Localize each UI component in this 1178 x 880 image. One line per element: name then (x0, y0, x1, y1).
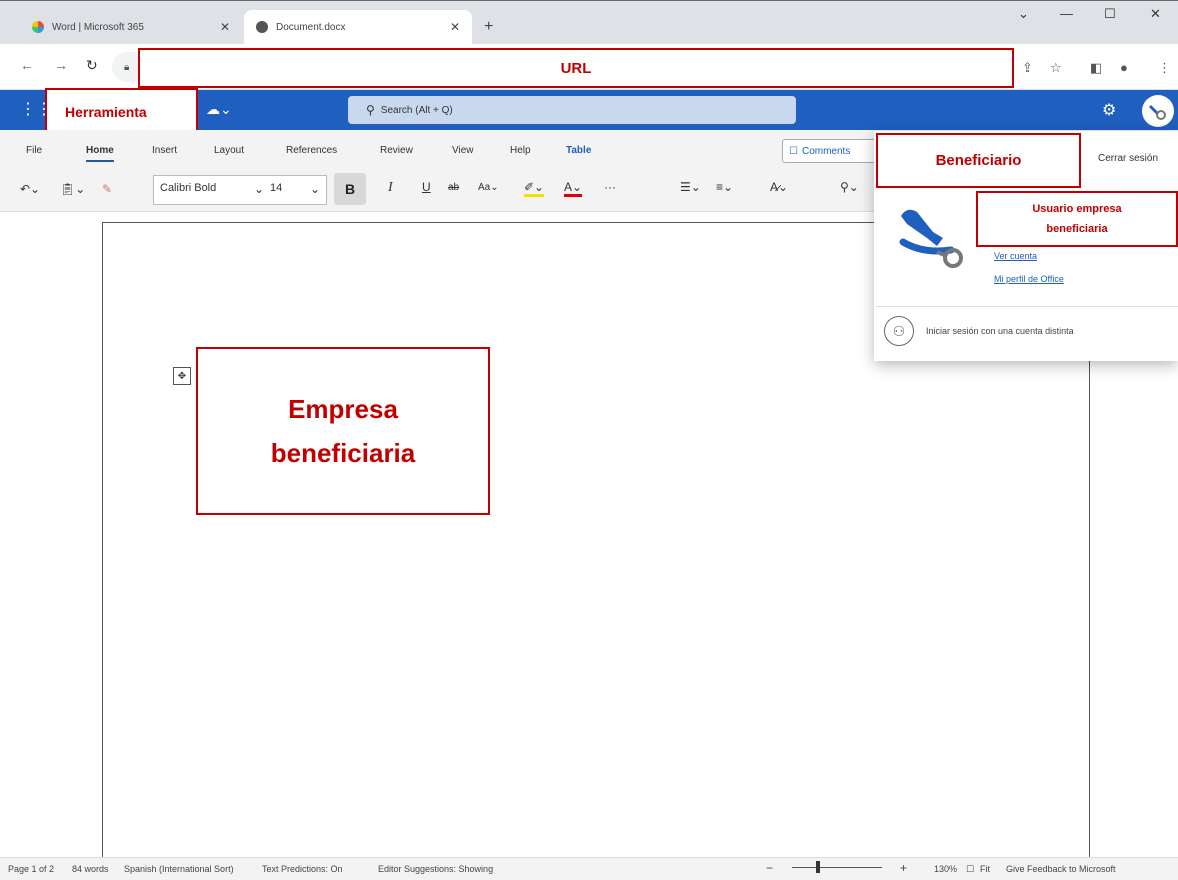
zoom-level[interactable]: 130% (934, 864, 957, 874)
zoom-slider[interactable] (792, 867, 882, 868)
cloud-save-icon[interactable]: ☁︎⌄ (206, 101, 232, 118)
bold-button[interactable]: B (334, 173, 366, 205)
view-account-link[interactable]: Ver cuenta (994, 251, 1037, 261)
annotation-url: URL (138, 48, 1014, 88)
close-tab-icon[interactable]: ✕ (450, 20, 460, 34)
switch-account-button[interactable]: ⚇ Iniciar sesión con una cuenta distinta (884, 316, 1074, 346)
zoom-in-icon[interactable]: + (900, 861, 907, 875)
tab-word-home[interactable]: Word | Microsoft 365 ✕ (20, 10, 242, 44)
wrench-avatar-icon (1149, 105, 1166, 120)
tab-review[interactable]: Review (380, 145, 413, 156)
text-predictions-status[interactable]: Text Predictions: On (262, 864, 343, 874)
align-icon[interactable]: ≡⌄ (716, 180, 733, 194)
word-count[interactable]: 84 words (72, 864, 109, 874)
chevron-down-icon[interactable]: ⌄ (254, 182, 264, 196)
zoom-out-icon[interactable]: − (766, 861, 773, 875)
annotation-usuario-line1: Usuario empresa (1032, 203, 1122, 215)
table-move-handle-icon[interactable]: ✥ (173, 367, 191, 385)
comments-button[interactable]: ☐ Comments (782, 139, 882, 163)
tab-file[interactable]: File (26, 145, 42, 156)
tab-references[interactable]: References (286, 145, 337, 156)
tab-layout[interactable]: Layout (214, 145, 244, 156)
tab-insert[interactable]: Insert (152, 145, 177, 156)
tab-home[interactable]: Home (86, 145, 114, 162)
font-color-icon[interactable]: A⌄ (564, 180, 583, 197)
font-name-value: Calibri Bold (160, 182, 217, 194)
underline-icon[interactable]: U (422, 180, 431, 194)
annotation-empresa-line1: Empresa (288, 394, 398, 424)
bullets-icon[interactable]: ☰⌄ (680, 180, 701, 194)
profile-icon[interactable]: ● (1120, 60, 1128, 75)
comments-label: Comments (801, 145, 851, 157)
highlight-icon[interactable]: ✐⌄ (524, 180, 545, 197)
styles-icon[interactable]: A̷⌄ (770, 180, 788, 194)
tab-view[interactable]: View (452, 145, 474, 156)
tab-search-icon[interactable]: ⌄ (1018, 6, 1029, 22)
office-profile-link[interactable]: Mi perfil de Office (994, 274, 1064, 284)
fit-icon[interactable]: ☐ (966, 864, 974, 875)
sign-out-link[interactable]: Cerrar sesión (1098, 153, 1158, 164)
lock-icon[interactable]: 🔒︎ (124, 62, 129, 73)
change-case-icon[interactable]: Aa⌄ (478, 182, 499, 193)
page-count[interactable]: Page 1 of 2 (8, 864, 54, 874)
annotation-empresa-line2: beneficiaria (270, 438, 416, 468)
flyout-divider (876, 306, 1178, 307)
font-size-value: 14 (270, 182, 283, 194)
microsoft365-icon (32, 21, 44, 33)
new-tab-icon[interactable]: + (484, 18, 493, 36)
zoom-slider-thumb[interactable] (816, 861, 820, 873)
strikethrough-icon[interactable]: ab (448, 182, 459, 193)
search-box[interactable]: ⚲ Search (Alt + Q) (348, 96, 796, 124)
editor-suggestions-status[interactable]: Editor Suggestions: Showing (378, 864, 493, 874)
search-icon: ⚲ (366, 103, 375, 117)
feedback-link[interactable]: Give Feedback to Microsoft (1006, 864, 1116, 874)
globe-icon (256, 21, 268, 33)
annotation-usuario-empresa-beneficiaria: Usuario empresa beneficiaria (976, 191, 1178, 247)
undo-icon[interactable]: ↶⌄ (20, 182, 40, 196)
annotation-beneficiario: Beneficiario (876, 133, 1081, 188)
annotation-herramienta: Herramienta (45, 88, 198, 135)
share-icon[interactable]: ⇪ (1022, 60, 1033, 76)
wrench-avatar-large-icon (899, 209, 963, 268)
reload-icon[interactable]: ↻ (86, 57, 98, 74)
find-icon[interactable]: ⚲⌄ (840, 180, 859, 194)
account-avatar[interactable] (1142, 95, 1174, 127)
tab-help[interactable]: Help (510, 145, 531, 156)
more-icon[interactable]: ··· (604, 180, 616, 194)
format-painter-icon[interactable]: ✎ (102, 182, 112, 196)
annotation-empresa-beneficiaria: Empresa beneficiaria (196, 347, 490, 515)
status-bar: Page 1 of 2 84 words Spanish (Internatio… (0, 857, 1178, 880)
tab-title: Document.docx (276, 21, 346, 33)
comment-icon: ☐ (789, 145, 798, 157)
search-placeholder: Search (Alt + Q) (380, 104, 453, 116)
side-panel-icon[interactable]: ◧ (1090, 60, 1102, 76)
tab-table[interactable]: Table (566, 145, 591, 156)
person-icon: ⚇ (884, 316, 914, 346)
gear-icon[interactable]: ⚙ (1102, 100, 1116, 120)
annotation-usuario-line2: beneficiaria (1046, 223, 1108, 235)
close-window-icon[interactable]: ✕ (1150, 6, 1161, 22)
bookmark-star-icon[interactable]: ☆ (1050, 60, 1062, 76)
switch-account-label: Iniciar sesión con una cuenta distinta (926, 326, 1074, 336)
fit-label[interactable]: Fit (980, 864, 990, 874)
tab-document[interactable]: Document.docx ✕ (244, 10, 472, 44)
tab-title: Word | Microsoft 365 (52, 21, 144, 33)
close-tab-icon[interactable]: ✕ (220, 20, 230, 34)
chevron-down-icon[interactable]: ⌄ (310, 182, 320, 196)
minimize-icon[interactable]: — (1060, 6, 1073, 21)
language-status[interactable]: Spanish (International Sort) (124, 864, 234, 874)
forward-icon[interactable]: → (54, 57, 68, 73)
browser-menu-icon[interactable]: ⋮ (1158, 60, 1171, 76)
back-icon[interactable]: ← (20, 57, 34, 73)
paste-icon[interactable]: 📋︎⌄ (60, 182, 85, 196)
maximize-icon[interactable]: ☐ (1104, 6, 1116, 22)
italic-icon[interactable]: I (388, 180, 393, 196)
